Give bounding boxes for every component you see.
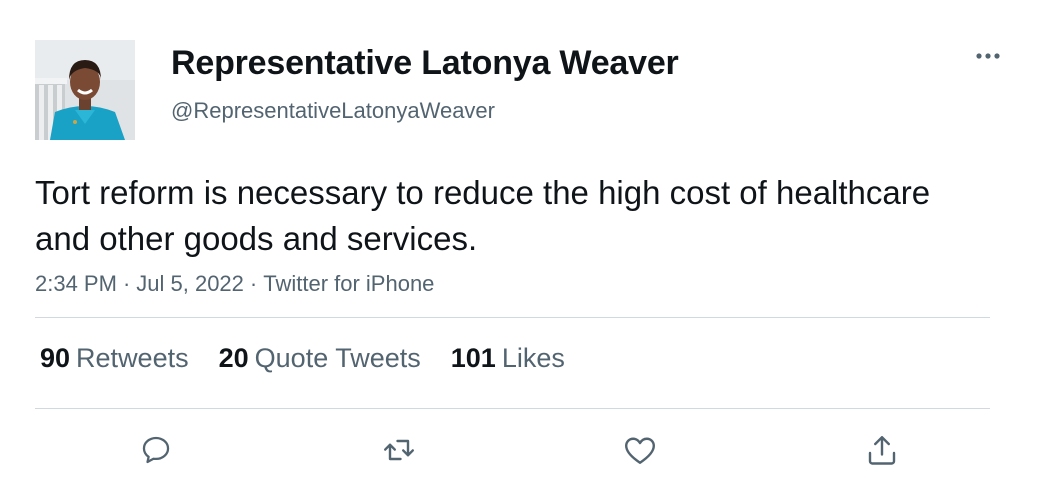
avatar[interactable] (35, 40, 135, 140)
quote-tweets-label: Quote Tweets (254, 343, 421, 373)
divider-top (35, 317, 990, 318)
retweets-label: Retweets (76, 343, 189, 373)
reply-icon (142, 436, 170, 464)
tweet-time[interactable]: 2:34 PM (35, 271, 117, 296)
share-icon (868, 436, 896, 465)
tweet-text: Tort reform is necessary to reduce the h… (35, 174, 931, 257)
tweet-date[interactable]: Jul 5, 2022 (136, 271, 244, 296)
meta-separator: · (122, 271, 131, 296)
tweet-metadata: 2:34 PM · Jul 5, 2022 · Twitter for iPhone (35, 271, 434, 297)
likes-label: Likes (501, 343, 565, 373)
likes-count: 101 (450, 343, 496, 373)
tweet-source[interactable]: Twitter for iPhone (263, 271, 434, 296)
heart-icon (625, 437, 655, 464)
author-handle[interactable]: @RepresentativeLatonyaWeaver (171, 98, 495, 124)
avatar-image (35, 40, 135, 140)
retweet-button[interactable] (379, 430, 419, 470)
quote-tweets-count: 20 (218, 343, 249, 373)
more-options-button[interactable] (970, 44, 1006, 68)
like-button[interactable] (620, 430, 660, 470)
retweet-icon (384, 439, 414, 461)
tweet-stats: 90 Retweets 20 Quote Tweets 101 Likes (40, 343, 565, 374)
quote-tweets-stat[interactable]: 20 Quote Tweets (219, 343, 421, 374)
likes-stat[interactable]: 101 Likes (451, 343, 565, 374)
more-horizontal-icon (976, 53, 1000, 59)
meta-separator: · (249, 271, 258, 296)
divider-bottom (35, 408, 990, 409)
retweets-count: 90 (40, 343, 71, 373)
reply-button[interactable] (136, 430, 176, 470)
share-button[interactable] (862, 430, 902, 470)
author-display-name[interactable]: Representative Latonya Weaver (171, 44, 679, 83)
retweets-stat[interactable]: 90 Retweets (40, 343, 189, 374)
